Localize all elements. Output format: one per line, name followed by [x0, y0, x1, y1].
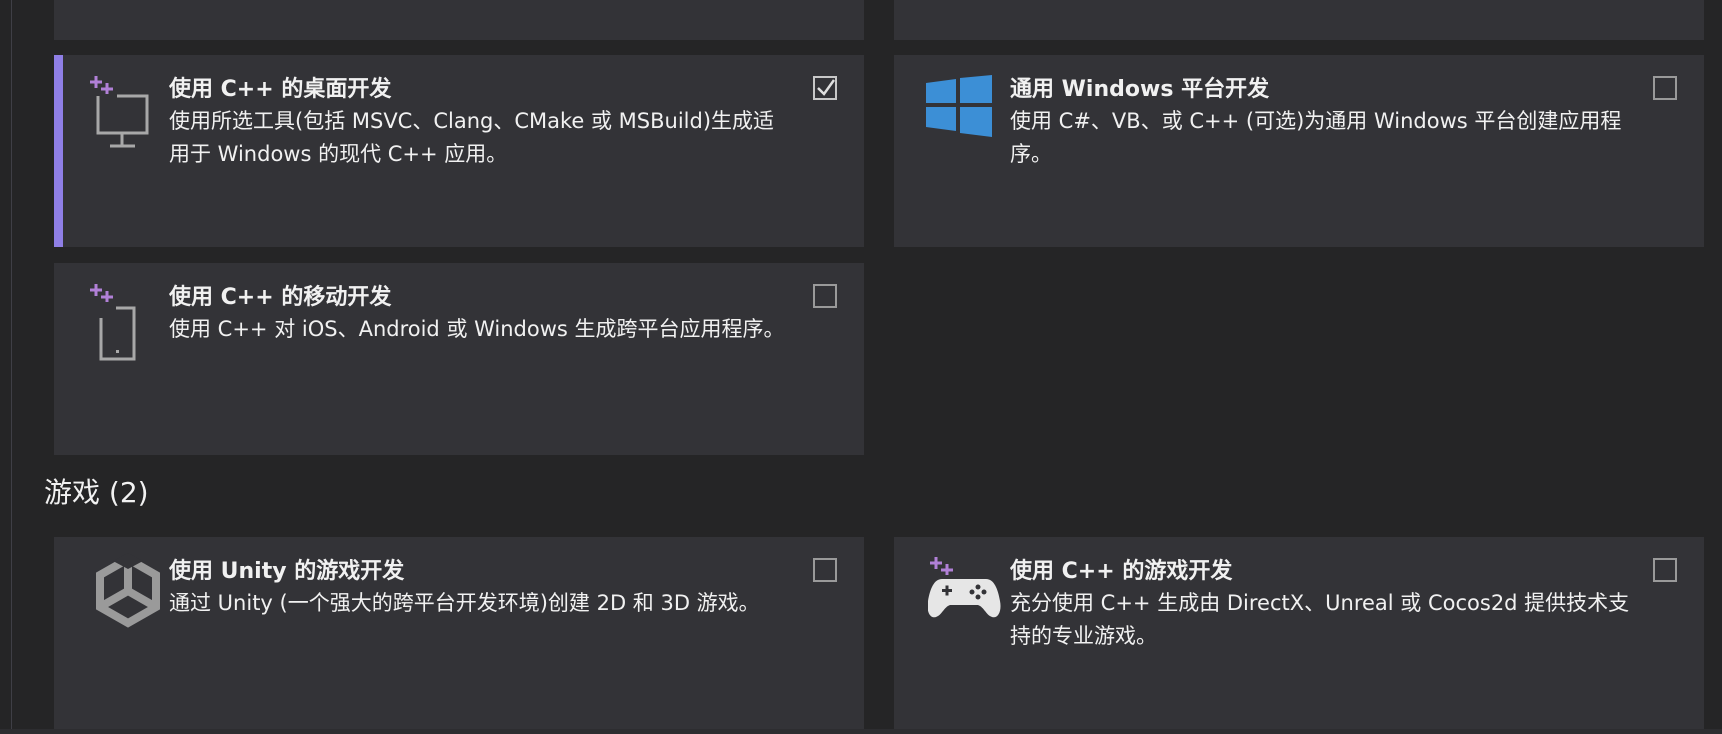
workload-description: 使用所选工具(包括 MSVC、Clang、CMake 或 MSBuild)生成适…: [169, 109, 775, 166]
workload-title: 使用 C++ 的游戏开发: [1010, 559, 1233, 584]
windows-logo-icon: [926, 75, 1016, 165]
workload-description: 通过 Unity (一个强大的跨平台开发环境)创建 2D 和 3D 游戏。: [169, 591, 760, 615]
workload-checkbox[interactable]: [813, 558, 837, 582]
workload-title: 通用 Windows 平台开发: [1010, 77, 1270, 102]
workload-checkbox[interactable]: [813, 284, 837, 308]
workload-card-partial-right[interactable]: [894, 0, 1704, 40]
workload-description: 充分使用 C++ 生成由 DirectX、Unreal 或 Cocos2d 提供…: [1010, 591, 1630, 648]
workload-title: 使用 Unity 的游戏开发: [169, 559, 405, 584]
workload-checkbox[interactable]: [813, 76, 837, 100]
workload-card-uwp[interactable]: 通用 Windows 平台开发 使用 C#、VB、或 C++ (可选)为通用 W…: [894, 55, 1704, 247]
workload-title: 使用 C++ 的桌面开发: [169, 77, 392, 102]
phone-plus-icon: [88, 281, 178, 371]
gamepad-plus-icon: [927, 555, 1018, 645]
workload-checkbox[interactable]: [1653, 558, 1677, 582]
workload-card-unity[interactable]: 使用 Unity 的游戏开发 通过 Unity (一个强大的跨平台开发环境)创建…: [54, 537, 864, 729]
section-title-games: 游戏 (2): [44, 476, 149, 509]
workload-card-cpp-mobile[interactable]: 使用 C++ 的移动开发 使用 C++ 对 iOS、Android 或 Wind…: [54, 263, 864, 455]
left-border: [11, 0, 12, 734]
workload-description: 使用 C#、VB、或 C++ (可选)为通用 Windows 平台创建应用程序。: [1010, 109, 1622, 166]
monitor-plus-icon: [88, 73, 178, 163]
workload-checkbox[interactable]: [1653, 76, 1677, 100]
workload-title: 使用 C++ 的移动开发: [169, 285, 392, 310]
unity-logo-icon: [88, 551, 178, 641]
workload-card-cpp-games[interactable]: 使用 C++ 的游戏开发 充分使用 C++ 生成由 DirectX、Unreal…: [894, 537, 1704, 729]
workload-description: 使用 C++ 对 iOS、Android 或 Windows 生成跨平台应用程序…: [169, 317, 785, 341]
bottom-border: [0, 729, 1722, 734]
workload-card-cpp-desktop[interactable]: 使用 C++ 的桌面开发 使用所选工具(包括 MSVC、Clang、CMake …: [54, 55, 864, 247]
workload-card-partial-left[interactable]: [54, 0, 864, 40]
